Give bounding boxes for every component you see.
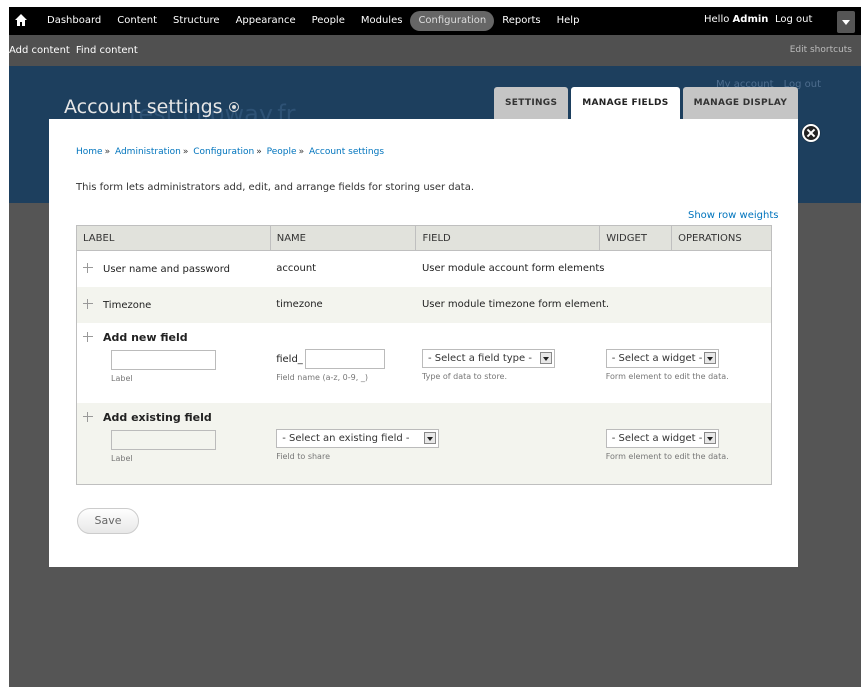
column-header-operations: OPERATIONS — [671, 225, 772, 251]
menu-help[interactable]: Help — [549, 11, 588, 31]
new-field-widget-cell: - Select a widget - Form element to edit… — [599, 322, 772, 403]
tab-manage-fields[interactable]: MANAGE FIELDS — [571, 87, 680, 119]
drag-handle-icon[interactable] — [83, 411, 93, 422]
admin-toolbar: Dashboard Content Structure Appearance P… — [9, 7, 861, 35]
table-row: User name and password account User modu… — [76, 250, 772, 287]
drag-handle-icon[interactable] — [83, 299, 93, 309]
help-text: This form lets administrators add, edit,… — [76, 182, 475, 193]
row-label: Timezone — [103, 300, 152, 311]
show-row-weights-link[interactable]: Show row weights — [688, 210, 778, 221]
column-header-widget: WIDGET — [599, 225, 673, 251]
shortcuts-bar: Add content Find content Edit shortcuts — [9, 35, 861, 66]
close-overlay-icon[interactable] — [802, 124, 820, 142]
add-existing-field-row: Add existing field Label - Select an exi… — [76, 402, 772, 485]
existing-field-desc: Field to share — [276, 451, 330, 461]
fields-table: LABEL NAME FIELD WIDGET OPERATIONS User … — [76, 225, 772, 485]
widget-select-value: - Select a widget - — [611, 432, 703, 444]
greeting-text: Hello — [704, 14, 730, 25]
row-field: User module timezone form element. — [415, 286, 672, 323]
menu-appearance[interactable]: Appearance — [228, 11, 304, 31]
new-field-widget-select[interactable]: - Select a widget - — [605, 348, 720, 368]
username[interactable]: Admin — [733, 14, 769, 25]
existing-field-select-cell: - Select an existing field - Field to sh… — [270, 402, 600, 485]
row-label-cell: Timezone — [76, 286, 271, 323]
user-greeting: Hello Admin — [704, 14, 768, 25]
widget-desc: Form element to edit the data. — [605, 451, 729, 461]
home-icon[interactable] — [15, 14, 27, 26]
breadcrumb-separator: » — [256, 147, 262, 157]
existing-field-select-value: - Select an existing field - — [282, 432, 410, 444]
menu-modules[interactable]: Modules — [353, 11, 411, 31]
new-field-name-desc: Field name (a-z, 0-9, _) — [276, 372, 368, 382]
save-button[interactable]: Save — [77, 508, 139, 534]
new-field-label-input[interactable] — [111, 349, 216, 370]
widget-desc: Form element to edit the data. — [605, 371, 729, 381]
column-header-label: LABEL — [76, 225, 271, 251]
field-name-prefix: field_ — [276, 353, 303, 365]
field-type-desc: Type of data to store. — [421, 371, 508, 381]
menu-content[interactable]: Content — [109, 11, 165, 31]
shortcut-add-content[interactable]: Add content — [9, 45, 70, 56]
breadcrumb-separator: » — [182, 147, 189, 157]
page-title: Account settings — [64, 96, 239, 118]
tab-settings[interactable]: SETTINGS — [494, 87, 569, 119]
row-field: User module account form elements — [415, 250, 672, 287]
menu-configuration[interactable]: Configuration — [410, 11, 495, 31]
existing-field-widget-cell: - Select a widget - Form element to edit… — [599, 402, 772, 485]
new-field-name-input[interactable] — [304, 348, 385, 369]
breadcrumb-separator: » — [298, 147, 305, 157]
widget-select-value: - Select a widget - — [611, 352, 703, 364]
breadcrumb: Home» Administration» Configuration» Peo… — [76, 147, 384, 157]
existing-field-label-cell: Add existing field Label — [76, 402, 271, 485]
row-name: account — [270, 250, 416, 287]
drag-handle-icon[interactable] — [83, 331, 93, 342]
edit-shortcuts-link[interactable]: Edit shortcuts — [790, 45, 852, 55]
new-field-name-cell: field_ Field name (a-z, 0-9, _) — [270, 322, 416, 403]
drag-handle-icon[interactable] — [83, 263, 93, 274]
menu-reports[interactable]: Reports — [494, 11, 548, 31]
breadcrumb-separator: » — [104, 147, 111, 157]
chevron-down-icon — [704, 352, 717, 364]
breadcrumb-configuration[interactable]: Configuration — [193, 147, 254, 157]
menu-structure[interactable]: Structure — [165, 11, 228, 31]
shortcut-find-content[interactable]: Find content — [76, 45, 138, 56]
row-label: User name and password — [103, 264, 230, 276]
existing-field-label-desc: Label — [111, 453, 133, 463]
chevron-down-icon — [423, 432, 436, 444]
column-header-name: NAME — [269, 225, 417, 251]
primary-tabs: SETTINGS MANAGE FIELDS MANAGE DISPLAY — [494, 87, 799, 119]
toolbar-menu: Dashboard Content Structure Appearance P… — [39, 7, 587, 35]
chevron-down-icon — [539, 352, 552, 364]
new-field-type-cell: - Select a field type - Type of data to … — [415, 322, 600, 403]
add-existing-field-title: Add existing field — [103, 410, 212, 424]
tab-manage-display[interactable]: MANAGE DISPLAY — [682, 87, 799, 119]
menu-dashboard[interactable]: Dashboard — [39, 11, 109, 31]
add-new-field-row: Add new field Label field_ Field name (a… — [76, 322, 772, 403]
row-name: timezone — [270, 286, 416, 323]
existing-field-select[interactable]: - Select an existing field - — [276, 428, 439, 448]
row-label-cell: User name and password — [76, 250, 271, 287]
new-field-label-desc: Label — [111, 373, 133, 383]
add-shortcut-icon[interactable] — [228, 102, 239, 112]
breadcrumb-people[interactable]: People — [267, 147, 297, 157]
field-type-select-value: - Select a field type - — [427, 352, 532, 364]
field-type-select[interactable]: - Select a field type - — [421, 348, 555, 368]
table-header-row: LABEL NAME FIELD WIDGET OPERATIONS — [76, 225, 772, 251]
add-new-field-title: Add new field — [103, 330, 188, 344]
menu-people[interactable]: People — [304, 11, 353, 31]
column-header-field: FIELD — [415, 225, 601, 251]
breadcrumb-account-settings[interactable]: Account settings — [309, 147, 384, 157]
row-operations — [671, 250, 772, 287]
existing-field-widget-select[interactable]: - Select a widget - — [605, 428, 720, 448]
existing-field-label-input[interactable] — [111, 429, 216, 450]
breadcrumb-administration[interactable]: Administration — [115, 147, 181, 157]
breadcrumb-home[interactable]: Home — [76, 147, 103, 157]
row-operations — [671, 286, 772, 323]
drawer-toggle-button[interactable] — [837, 11, 855, 33]
page-title-text: Account settings — [64, 96, 223, 118]
logout-link[interactable]: Log out — [775, 14, 812, 25]
table-row: Timezone timezone User module timezone f… — [76, 286, 772, 323]
chevron-down-icon — [704, 432, 717, 444]
new-field-label-cell: Add new field Label — [76, 322, 271, 403]
